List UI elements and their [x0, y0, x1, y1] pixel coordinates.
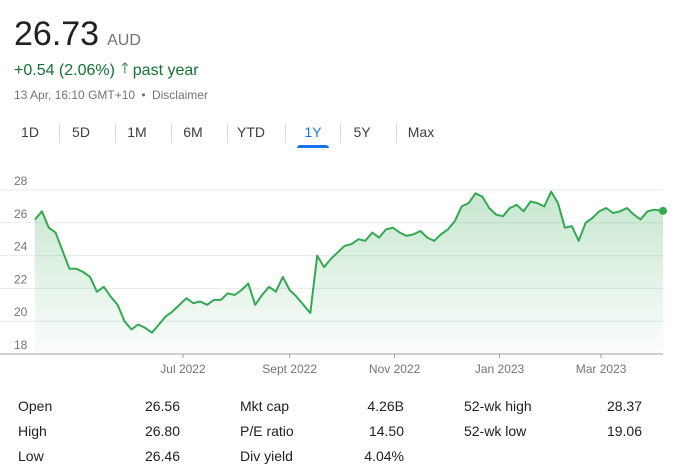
- x-tick-label: Jan 2023: [475, 362, 525, 376]
- tab-ytd[interactable]: YTD: [228, 118, 274, 148]
- y-tick-label: 26: [14, 207, 28, 221]
- tab-1m[interactable]: 1M: [116, 118, 158, 148]
- quote-timestamp: 13 Apr, 16:10 GMT+10: [14, 88, 136, 102]
- y-tick-label: 28: [14, 174, 28, 188]
- x-tick-label: Sept 2022: [262, 362, 317, 376]
- price-area: [35, 191, 663, 354]
- current-price: 26.73: [14, 15, 100, 53]
- stat-value-low: 26.46: [144, 448, 180, 464]
- tab-divider: [285, 123, 286, 143]
- tab-5d[interactable]: 5D: [60, 118, 102, 148]
- price-change-row: +0.54 (2.06%) 🡑 past year: [14, 58, 199, 83]
- tab-6m[interactable]: 6M: [172, 118, 214, 148]
- stat-label-52wk-high: 52-wk high: [464, 398, 532, 414]
- tab-max[interactable]: Max: [397, 118, 445, 148]
- x-tick-label: Nov 2022: [369, 362, 421, 376]
- x-tick-label: Jul 2022: [160, 362, 206, 376]
- y-tick-label: 18: [14, 338, 28, 352]
- stats-row: Open 26.56 Mkt cap 4.26B 52-wk high 28.3…: [18, 398, 668, 416]
- quote-header: 26.73 AUD: [14, 14, 141, 54]
- stat-label-mkt-cap: Mkt cap: [240, 398, 290, 414]
- price-chart[interactable]: 18 20 22 24 26 28 Jul 2022 Sept 2022 Nov 2022 Ja…: [0, 168, 685, 378]
- last-price-dot: [659, 206, 667, 215]
- stat-label-div-yield: Div yield: [240, 448, 293, 464]
- price-change: +0.54 (2.06%): [14, 61, 115, 79]
- stat-value-high: 26.80: [144, 423, 180, 439]
- arrow-up-icon: 🡑: [120, 60, 129, 77]
- stat-label-high: High: [18, 423, 47, 439]
- stat-value-52wk-low: 19.06: [606, 423, 642, 439]
- stat-value-pe-ratio: 14.50: [368, 423, 404, 439]
- stats-row: Low 26.46 Div yield 4.04%: [18, 448, 668, 466]
- change-period: past year: [132, 61, 199, 79]
- stats-row: High 26.80 P/E ratio 14.50 52-wk low 19.…: [18, 423, 668, 441]
- stat-value-open: 26.56: [144, 398, 180, 414]
- y-tick-label: 24: [14, 240, 28, 254]
- stat-value-div-yield: 4.04%: [364, 448, 404, 464]
- range-tabs: 1D 5D 1M 6M YTD 1Y 5Y Max: [14, 118, 445, 148]
- stat-label-low: Low: [18, 448, 44, 464]
- tab-1y[interactable]: 1Y: [297, 118, 329, 148]
- y-tick-label: 20: [14, 305, 28, 319]
- stat-label-open: Open: [18, 398, 53, 414]
- tab-5y[interactable]: 5Y: [341, 118, 383, 148]
- x-tick-label: Mar 2023: [576, 362, 627, 376]
- currency-label: AUD: [107, 32, 141, 49]
- disclaimer-link[interactable]: Disclaimer: [152, 88, 208, 102]
- meta-separator: •: [141, 88, 146, 102]
- stat-value-mkt-cap: 4.26B: [367, 398, 404, 414]
- stat-value-52wk-high: 28.37: [606, 398, 642, 414]
- tab-1d[interactable]: 1D: [14, 118, 46, 148]
- y-tick-label: 22: [14, 272, 28, 286]
- quote-meta: 13 Apr, 16:10 GMT+10 • Disclaimer: [14, 88, 208, 102]
- stat-label-pe-ratio: P/E ratio: [240, 423, 294, 439]
- stat-label-52wk-low: 52-wk low: [464, 423, 527, 439]
